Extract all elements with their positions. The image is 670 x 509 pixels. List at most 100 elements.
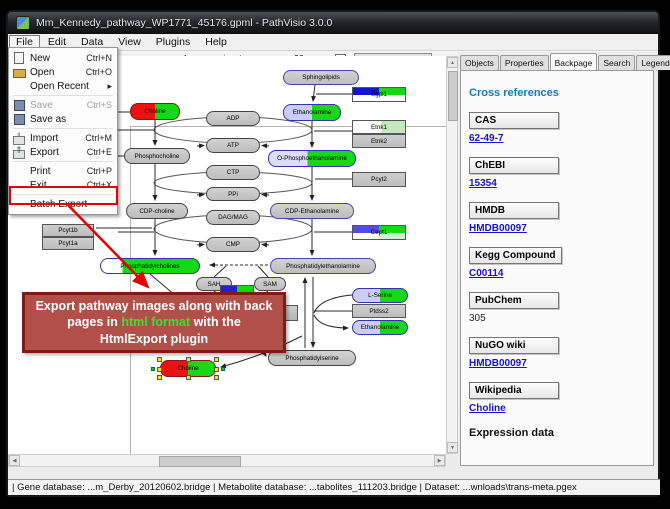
menu-item-label: Exit bbox=[30, 180, 47, 191]
node-ethanolamine-bottom[interactable]: Ethanolamine bbox=[352, 320, 408, 335]
tab-properties[interactable]: Properties bbox=[500, 55, 549, 70]
xref-header: Wikipedia bbox=[469, 382, 559, 399]
node-label: Sgpl1 bbox=[371, 91, 387, 98]
node-l-serine[interactable]: L-Serine bbox=[352, 288, 408, 303]
xref-header: PubChem bbox=[469, 292, 559, 309]
scroll-left-button[interactable]: ◀ bbox=[9, 455, 20, 466]
menu-item-print[interactable]: PrintCtrl+P bbox=[9, 164, 117, 178]
menu-item-open[interactable]: OpenCtrl+O bbox=[9, 65, 117, 79]
menu-item-export[interactable]: ExportCtrl+E bbox=[9, 145, 117, 159]
scroll-down-button[interactable]: ▼ bbox=[447, 442, 458, 453]
import-icon bbox=[12, 132, 26, 144]
menu-item-batch-export[interactable]: Batch Export bbox=[9, 197, 117, 211]
xref-section-wikipedia: Wikipedia Choline bbox=[469, 380, 645, 414]
xref-link[interactable]: 62-49-7 bbox=[469, 133, 645, 144]
selection-handle[interactable] bbox=[214, 375, 219, 380]
tab-backpage[interactable]: Backpage bbox=[550, 53, 598, 70]
tab-search[interactable]: Search bbox=[598, 55, 635, 70]
node-choline-top[interactable]: Choline bbox=[130, 103, 180, 120]
node-ptdss2[interactable]: Ptdss2 bbox=[352, 304, 406, 318]
selection-handle[interactable] bbox=[214, 357, 219, 362]
node-ppi[interactable]: PPi bbox=[206, 187, 260, 201]
menu-item-shortcut: Ctrl+S bbox=[87, 100, 112, 110]
node-sam[interactable]: SAM bbox=[254, 277, 286, 291]
node-cmp[interactable]: CMP bbox=[206, 237, 260, 252]
selection-handle[interactable] bbox=[157, 367, 162, 372]
node-adp[interactable]: ADP bbox=[206, 111, 260, 126]
side-panel: ObjectsPropertiesBackpageSearchLegend Cr… bbox=[458, 52, 656, 468]
horizontal-scroll-thumb[interactable] bbox=[159, 456, 241, 467]
node-label: SAH bbox=[208, 281, 221, 288]
menu-item-shortcut: Ctrl+N bbox=[86, 53, 112, 63]
node-label: Cept1 bbox=[371, 229, 388, 236]
node-phosphatidylcholines[interactable]: Phosphatidylcholines bbox=[100, 258, 200, 274]
anchor-handle[interactable] bbox=[221, 367, 225, 371]
node-cdp-ethanolamine[interactable]: CDP-Ethanolamine bbox=[270, 203, 354, 219]
node-label: Pcyt1b bbox=[58, 227, 77, 234]
anchor-handle[interactable] bbox=[151, 367, 155, 371]
xref-section-chebi: ChEBI15354 bbox=[469, 155, 645, 189]
node-label: ADP bbox=[227, 115, 240, 122]
annotation-line3: HtmlExport plugin bbox=[100, 332, 208, 346]
node-pcyt2[interactable]: Pcyt2 bbox=[352, 172, 406, 187]
menu-item-open-recent[interactable]: Open Recent▸ bbox=[9, 79, 117, 93]
node-sgpl1[interactable]: Sgpl1 bbox=[352, 87, 406, 102]
selection-handle[interactable] bbox=[214, 367, 219, 372]
export-icon bbox=[12, 146, 26, 158]
node-label: DAG/MAG bbox=[218, 214, 248, 221]
xref-link[interactable]: Choline bbox=[469, 403, 645, 414]
node-label: Pcyt1a bbox=[58, 240, 77, 247]
node-pcyt1b[interactable]: Pcyt1b bbox=[42, 224, 94, 237]
menu-item-shortcut: Ctrl+P bbox=[87, 166, 112, 176]
backpage-sections: CAS62-49-7ChEBI15354HMDBHMDB00097Kegg Co… bbox=[469, 110, 645, 414]
menu-item-new[interactable]: NewCtrl+N bbox=[9, 51, 117, 65]
node-ctp[interactable]: CTP bbox=[206, 165, 260, 180]
node-cdp-choline[interactable]: CDP-choline bbox=[126, 203, 188, 219]
xref-section-cas: CAS62-49-7 bbox=[469, 110, 645, 144]
selection-handle[interactable] bbox=[186, 375, 191, 380]
menu-item-exit[interactable]: ExitCtrl+X bbox=[9, 178, 117, 192]
node-etnk1[interactable]: Etnk1 bbox=[352, 120, 406, 134]
menu-item-import[interactable]: ImportCtrl+M bbox=[9, 131, 117, 145]
node-label: Choline bbox=[144, 108, 165, 115]
backpage-panel: Cross references CAS62-49-7ChEBI15354HMD… bbox=[460, 70, 654, 466]
xref-link[interactable]: HMDB00097 bbox=[469, 223, 645, 234]
xref-link[interactable]: 15354 bbox=[469, 178, 645, 189]
selection-handle[interactable] bbox=[157, 357, 162, 362]
node-label: CDP-Ethanolamine bbox=[285, 208, 339, 215]
selection-handle[interactable] bbox=[157, 375, 162, 380]
xref-link[interactable]: HMDB00097 bbox=[469, 358, 645, 369]
annotation-highlight: html format bbox=[121, 315, 190, 329]
horizontal-scrollbar[interactable]: ◀ ▶ bbox=[8, 454, 446, 467]
menu-item-save[interactable]: SaveCtrl+S bbox=[9, 98, 117, 112]
selection-handle[interactable] bbox=[186, 357, 191, 362]
node-atp[interactable]: ATP bbox=[206, 138, 260, 153]
vertical-scroll-thumb[interactable] bbox=[448, 71, 458, 121]
menu-separator bbox=[13, 95, 113, 96]
node-label: L-Serine bbox=[368, 292, 392, 299]
node-label: Pcyt2 bbox=[371, 176, 387, 183]
blank-icon bbox=[12, 198, 26, 210]
tab-legend[interactable]: Legend bbox=[636, 55, 670, 70]
tab-objects[interactable]: Objects bbox=[460, 55, 499, 70]
node-label: Phosphatidylcholines bbox=[120, 263, 179, 270]
node-o-phosphoethanolamine[interactable]: O-Phosphoethanolamine bbox=[268, 150, 356, 167]
scroll-up-button[interactable]: ▲ bbox=[447, 57, 458, 68]
node-pcyt1a[interactable]: Pcyt1a bbox=[42, 237, 94, 250]
save-as-disk-icon bbox=[12, 113, 26, 125]
menu-item-save-as[interactable]: Save as bbox=[9, 112, 117, 126]
node-sphingolipids[interactable]: Sphingolipids bbox=[283, 70, 359, 85]
scroll-right-button[interactable]: ▶ bbox=[434, 455, 445, 466]
xref-link[interactable]: C00114 bbox=[469, 268, 645, 279]
node-label: Phosphatidylethanolamine bbox=[286, 263, 360, 270]
xref-header: Kegg Compound bbox=[469, 247, 562, 264]
node-phosphatidylethanolamine[interactable]: Phosphatidylethanolamine bbox=[270, 258, 376, 274]
node-ethanolamine-top[interactable]: Ethanolamine bbox=[283, 104, 341, 121]
vertical-scrollbar[interactable]: ▲ ▼ bbox=[446, 56, 458, 454]
node-cept1[interactable]: Cept1 bbox=[352, 225, 406, 240]
node-dag-mag[interactable]: DAG/MAG bbox=[206, 210, 260, 225]
node-phosphocholine[interactable]: Phosphocholine bbox=[124, 148, 190, 164]
xref-header: NuGO wiki bbox=[469, 337, 559, 354]
node-etnk2[interactable]: Etnk2 bbox=[352, 134, 406, 148]
node-label: Phosphocholine bbox=[135, 153, 180, 160]
